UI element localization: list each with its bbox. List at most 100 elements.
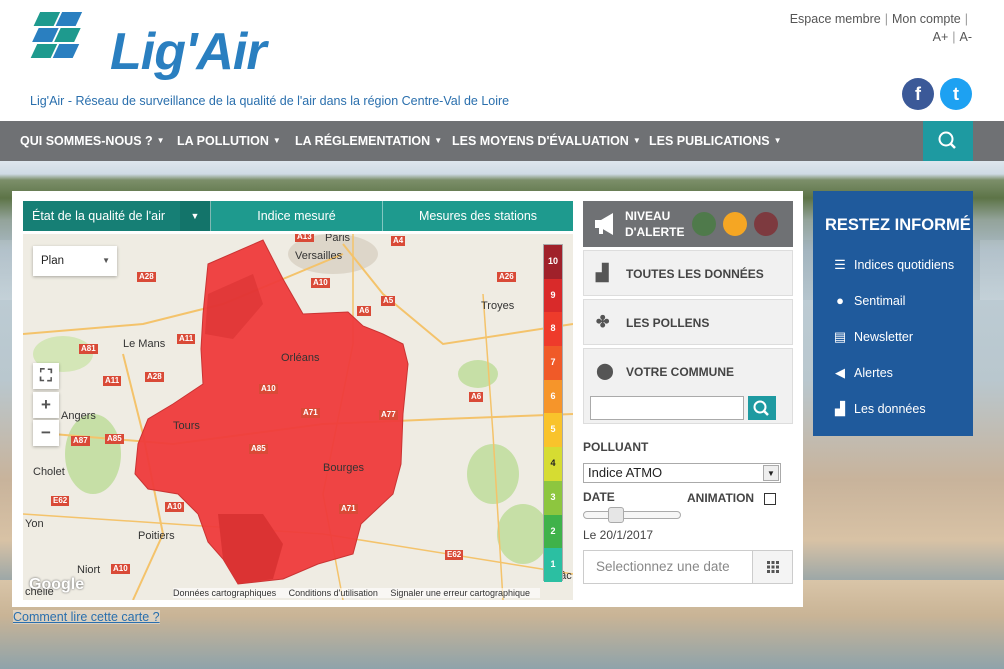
nav-item-evaluation[interactable]: LES MOYENS D'ÉVALUATION ▼ (452, 121, 641, 161)
logo-mark-icon (30, 12, 83, 58)
legend-level: 2 (544, 514, 562, 549)
slider-handle[interactable] (608, 507, 624, 523)
report-error-link[interactable]: Signaler une erreur cartographique (390, 588, 530, 598)
newsletter-link[interactable]: ▤ Newsletter (831, 329, 913, 345)
commune-search-button[interactable] (748, 396, 776, 420)
commune-input[interactable] (590, 396, 744, 420)
road-label: A10 (259, 384, 278, 394)
caret-down-icon: ▼ (156, 136, 165, 145)
clipboard-icon: ▤ (833, 329, 847, 344)
road-label: A13 (295, 234, 314, 242)
road-label: A85 (105, 434, 124, 444)
road-label: A81 (79, 344, 98, 354)
pollution-map[interactable]: Plan ▼ ⛶ + − Paris Versailles Troyes Le … (23, 234, 573, 600)
terms-link[interactable]: Conditions d'utilisation (289, 588, 378, 598)
animation-checkbox[interactable] (764, 493, 776, 505)
nav-item-about[interactable]: QUI SOMMES-NOUS ? ▼ (20, 121, 165, 161)
facebook-icon[interactable]: f (902, 78, 934, 110)
map-canvas (23, 234, 573, 600)
legend-level: 9 (544, 278, 562, 313)
alerts-link[interactable]: ◀ Alertes (831, 365, 893, 381)
road-label: E62 (51, 496, 70, 506)
map-footer: Données cartographiques Conditions d'uti… (173, 588, 540, 598)
sentimail-link[interactable]: ● Sentimail (831, 293, 905, 308)
all-data-button[interactable]: ▟ TOUTES LES DONNÉES (583, 250, 793, 296)
caret-down-icon: ▼ (102, 256, 110, 265)
date-picker-input[interactable]: Selectionnez une date (583, 550, 793, 584)
location-pin-icon: ⬤ (596, 363, 614, 380)
road-label: A6 (469, 392, 484, 402)
font-increase-link[interactable]: A+ (933, 30, 949, 44)
tab-station-measures[interactable]: Mesures des stations (383, 201, 573, 231)
caret-down-icon: ▼ (632, 136, 641, 145)
member-space-link[interactable]: Espace membre (790, 12, 881, 26)
city-label: Le Mans (123, 338, 166, 350)
pollutant-label: POLLUANT (583, 440, 649, 454)
font-decrease-link[interactable]: A- (960, 30, 973, 44)
road-label: A85 (249, 444, 268, 454)
pollens-button[interactable]: ✤ LES POLLENS (583, 299, 793, 345)
my-account-link[interactable]: Mon compte (892, 12, 961, 26)
road-label: E62 (445, 550, 464, 560)
city-label: Versailles (295, 250, 343, 262)
tab-measured-index[interactable]: Indice mesuré (211, 201, 383, 231)
stay-informed-title: RESTEZ INFORMÉ (825, 216, 971, 234)
help-read-map-link[interactable]: Comment lire cette carte ? (13, 610, 160, 624)
google-logo: Google (29, 576, 85, 593)
pollutant-select[interactable]: Indice ATMO ▼ (583, 463, 781, 483)
road-label: A77 (379, 410, 398, 420)
stay-informed-panel: RESTEZ INFORMÉ ☰ Indices quotidiens ● Sent… (813, 191, 973, 436)
legend-level: 1 (544, 548, 562, 582)
calendar-button[interactable] (752, 551, 792, 583)
city-label: Cholet (33, 466, 65, 478)
zoom-out-button[interactable]: − (33, 420, 59, 446)
road-label: A28 (145, 372, 164, 382)
caret-down-icon: ▼ (434, 136, 443, 145)
alert-level-red (754, 212, 778, 236)
chevron-down-icon: ▼ (763, 465, 779, 481)
road-label: A10 (111, 564, 130, 574)
bulb-icon: ● (836, 293, 844, 308)
index-legend: 10 9 8 7 6 5 4 3 2 1 (543, 244, 563, 582)
flower-icon: ✤ (596, 314, 610, 331)
caret-down-icon[interactable]: ▼ (180, 201, 210, 231)
date-slider[interactable] (583, 507, 681, 523)
tab-air-quality-state[interactable]: État de la qualité de l'air ▼ (23, 201, 211, 231)
legend-level: 10 (544, 245, 562, 279)
road-label: A11 (103, 376, 122, 386)
city-label: Niort (77, 564, 101, 576)
site-header: Lig'Air Lig'Air - Réseau de surveillance… (0, 0, 1004, 121)
road-label: A6 (357, 306, 372, 316)
zoom-in-button[interactable]: + (33, 392, 59, 418)
road-label: A71 (339, 504, 358, 514)
bar-chart-icon: ▟ (596, 265, 609, 282)
twitter-icon[interactable]: t (940, 78, 972, 110)
nav-search-button[interactable] (923, 121, 973, 161)
alert-level-box: NIVEAU D'ALERTE (583, 201, 793, 247)
nav-item-regulation[interactable]: LA RÉGLEMENTATION ▼ (295, 121, 442, 161)
fullscreen-icon[interactable]: ⛶ (33, 363, 59, 389)
megaphone-icon (595, 213, 613, 235)
map-data-link[interactable]: Données cartographiques (173, 588, 276, 598)
nav-item-publications[interactable]: LES PUBLICATIONS ▼ (649, 121, 782, 161)
date-label: DATE (583, 490, 615, 504)
data-link[interactable]: ▟ Les données (831, 401, 926, 417)
road-label: A28 (137, 272, 156, 282)
legend-level: 4 (544, 447, 562, 481)
road-label: A71 (301, 408, 320, 418)
calendar-grid-icon (767, 561, 779, 573)
map-type-select[interactable]: Plan ▼ (33, 246, 117, 276)
legend-level: 5 (544, 413, 562, 448)
city-label: Troyes (481, 300, 515, 312)
city-label: Poitiers (138, 530, 175, 542)
road-label: A11 (177, 334, 196, 344)
animation-label: ANIMATION (687, 491, 755, 505)
logo-text: Lig'Air (110, 23, 267, 81)
daily-indices-link[interactable]: ☰ Indices quotidiens (831, 257, 954, 273)
alert-level-orange (723, 212, 747, 236)
selected-date: Le 20/1/2017 (583, 528, 654, 542)
nav-item-pollution[interactable]: LA POLLUTION ▼ (177, 121, 281, 161)
road-label: A10 (165, 502, 184, 512)
site-logo[interactable]: Lig'Air (14, 8, 267, 82)
map-tabs: État de la qualité de l'air ▼ Indice mes… (23, 201, 573, 231)
